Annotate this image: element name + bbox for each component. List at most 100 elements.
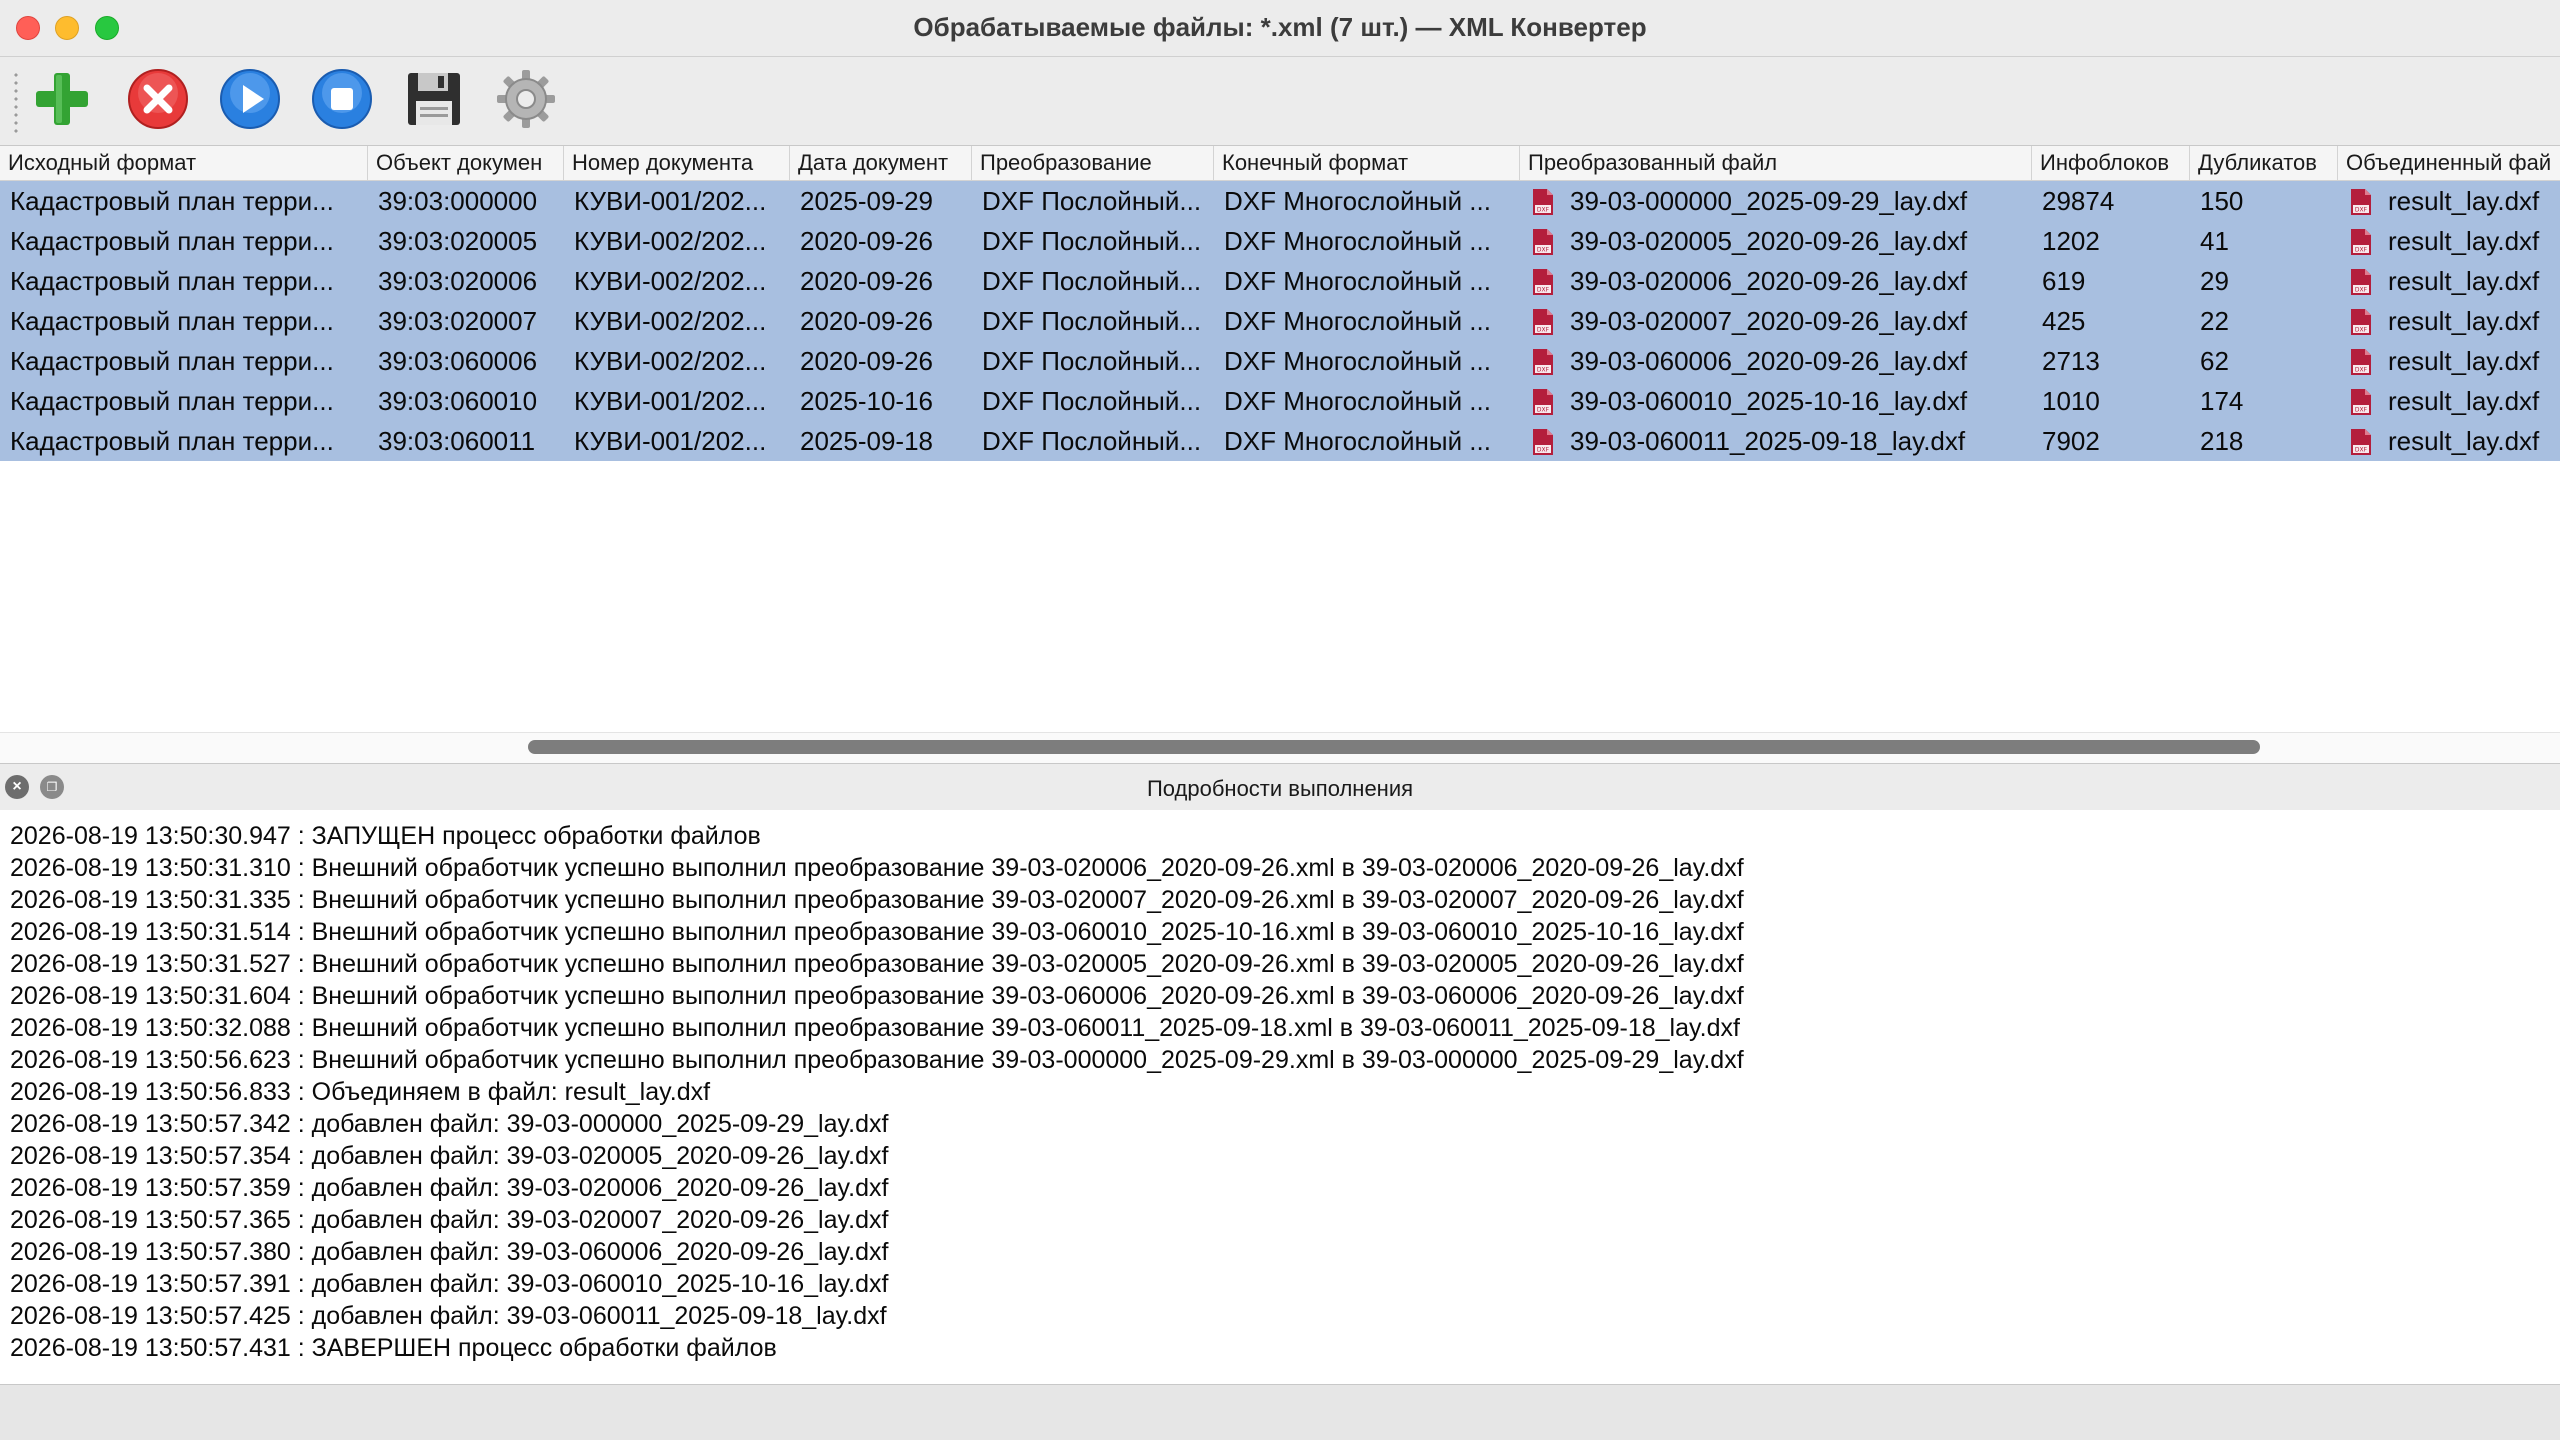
cell-source-format: Кадастровый план терри... <box>0 261 368 301</box>
play-icon <box>220 69 280 129</box>
cell-merged-file: DXF result_lay.dxf <box>2338 221 2560 261</box>
cell-merged-file-text: result_lay.dxf <box>2388 426 2540 456</box>
cell-target-format-text: DXF Многослойный ... <box>1224 426 1491 456</box>
cell-converted-file: DXF 39-03-020005_2020-09-26_lay.dxf <box>1520 221 2032 261</box>
cell-conversion-text: DXF Послойный... <box>982 226 1202 256</box>
cell-document-number-text: КУВИ-001/202... <box>574 426 767 456</box>
cell-document-number: КУВИ-002/202... <box>564 301 790 341</box>
cell-document-number-text: КУВИ-002/202... <box>574 226 767 256</box>
cell-merged-file: DXF result_lay.dxf <box>2338 301 2560 341</box>
column-header-document-number[interactable]: Номер документа <box>564 146 790 180</box>
status-bar <box>0 1384 2560 1440</box>
cell-source-format: Кадастровый план терри... <box>0 301 368 341</box>
log-line: 2026-08-19 13:50:57.380 : добавлен файл:… <box>10 1238 889 1266</box>
remove-files-button[interactable] <box>126 67 190 131</box>
save-button[interactable] <box>402 67 466 131</box>
cell-document-object: 39:03:060011 <box>368 421 564 461</box>
cell-target-format-text: DXF Многослойный ... <box>1224 266 1491 296</box>
cell-document-date-text: 2020-09-26 <box>800 266 933 296</box>
svg-text:DXF: DXF <box>2355 247 2368 254</box>
svg-text:DXF: DXF <box>1537 407 1550 414</box>
column-header-document-object[interactable]: Объект докумен <box>368 146 564 180</box>
cell-converted-file-text: 39-03-060011_2025-09-18_lay.dxf <box>1570 426 1966 456</box>
dxf-file-icon: DXF <box>2350 387 2372 416</box>
cell-target-format-text: DXF Многослойный ... <box>1224 346 1491 376</box>
cell-document-object-text: 39:03:000000 <box>378 186 538 216</box>
cell-document-date-text: 2020-09-26 <box>800 306 933 336</box>
cell-source-format-text: Кадастровый план терри... <box>10 226 334 256</box>
table-row[interactable]: Кадастровый план терри... 39:03:060010 КУВ… <box>0 381 2560 421</box>
log-line: 2026-08-19 13:50:56.623 : Внешний обрабо… <box>10 1046 1744 1074</box>
cell-document-date: 2020-09-26 <box>790 221 972 261</box>
table-row[interactable]: Кадастровый план терри... 39:03:060006 КУВ… <box>0 341 2560 381</box>
horizontal-scrollbar-thumb[interactable] <box>528 740 2260 754</box>
column-header-converted-file[interactable]: Преобразованный файл <box>1520 146 2032 180</box>
cell-source-format-text: Кадастровый план терри... <box>10 306 334 336</box>
table-row[interactable]: Кадастровый план терри... 39:03:020005 КУВ… <box>0 221 2560 261</box>
cell-document-number-text: КУВИ-002/202... <box>574 266 767 296</box>
cell-document-date: 2020-09-26 <box>790 261 972 301</box>
cell-converted-file-text: 39-03-000000_2025-09-29_lay.dxf <box>1570 186 1968 216</box>
column-header-document-date[interactable]: Дата документ <box>790 146 972 180</box>
table-row[interactable]: Кадастровый план терри... 39:03:000000 КУВ… <box>0 181 2560 221</box>
log-line: 2026-08-19 13:50:31.604 : Внешний обрабо… <box>10 982 1744 1010</box>
cell-infoblocks-text: 619 <box>2042 266 2086 296</box>
cell-document-object: 39:03:020007 <box>368 301 564 341</box>
cell-converted-file-text: 39-03-020007_2020-09-26_lay.dxf <box>1570 306 1968 336</box>
svg-text:DXF: DXF <box>1537 327 1550 334</box>
cell-source-format: Кадастровый план терри... <box>0 341 368 381</box>
toolbar-grip[interactable] <box>14 71 18 133</box>
svg-text:DXF: DXF <box>1537 247 1550 254</box>
cell-duplicates-text: 22 <box>2200 306 2229 336</box>
log-line: 2026-08-19 13:50:31.514 : Внешний обрабо… <box>10 918 1744 946</box>
cell-infoblocks-text: 1010 <box>2042 386 2100 416</box>
cell-conversion: DXF Послойный... <box>972 421 1214 461</box>
cell-infoblocks-text: 2713 <box>2042 346 2100 376</box>
cell-merged-file: DXF result_lay.dxf <box>2338 181 2560 221</box>
dxf-file-icon: DXF <box>2350 307 2372 336</box>
stop-button[interactable] <box>310 67 374 131</box>
app-window: Обрабатываемые файлы: *.xml (7 шт.) — XM… <box>0 0 2560 1440</box>
cell-document-number-text: КУВИ-001/202... <box>574 386 767 416</box>
column-header-infoblocks[interactable]: Инфоблоков <box>2032 146 2190 180</box>
table-row[interactable]: Кадастровый план терри... 39:03:060011 КУВ… <box>0 421 2560 461</box>
gear-icon <box>497 70 555 128</box>
svg-text:DXF: DXF <box>2355 367 2368 374</box>
plus-icon <box>36 73 88 125</box>
dxf-file-icon: DXF <box>2350 187 2372 216</box>
cell-converted-file-text: 39-03-060010_2025-10-16_lay.dxf <box>1570 386 1968 416</box>
cell-target-format-text: DXF Многослойный ... <box>1224 186 1491 216</box>
cell-duplicates: 41 <box>2190 221 2338 261</box>
cell-target-format: DXF Многослойный ... <box>1214 181 1520 221</box>
cell-document-object-text: 39:03:020007 <box>378 306 538 336</box>
svg-text:DXF: DXF <box>1537 447 1550 454</box>
table-row[interactable]: Кадастровый план терри... 39:03:020006 КУВ… <box>0 261 2560 301</box>
cell-converted-file-text: 39-03-020006_2020-09-26_lay.dxf <box>1570 266 1968 296</box>
column-header-source-format[interactable]: Исходный формат <box>0 146 368 180</box>
column-header-duplicates[interactable]: Дубликатов <box>2190 146 2338 180</box>
execution-log[interactable]: 2026-08-19 13:50:30.947 : ЗАПУЩЕН процес… <box>0 810 2560 1384</box>
column-header-target-format[interactable]: Конечный формат <box>1214 146 1520 180</box>
cell-document-date-text: 2020-09-26 <box>800 346 933 376</box>
svg-text:DXF: DXF <box>2355 207 2368 214</box>
cell-source-format: Кадастровый план терри... <box>0 221 368 261</box>
dxf-file-icon: DXF <box>2350 267 2372 296</box>
cell-conversion: DXF Послойный... <box>972 301 1214 341</box>
cell-duplicates: 62 <box>2190 341 2338 381</box>
cell-document-date-text: 2020-09-26 <box>800 226 933 256</box>
column-header-merged-file[interactable]: Объединенный фай <box>2338 146 2560 180</box>
cell-merged-file-text: result_lay.dxf <box>2388 186 2540 216</box>
column-header-conversion[interactable]: Преобразование <box>972 146 1214 180</box>
add-files-button[interactable] <box>30 67 94 131</box>
log-line: 2026-08-19 13:50:57.359 : добавлен файл:… <box>10 1174 889 1202</box>
cell-source-format: Кадастровый план терри... <box>0 181 368 221</box>
run-button[interactable] <box>218 67 282 131</box>
cell-document-date: 2020-09-26 <box>790 341 972 381</box>
cell-document-number: КУВИ-001/202... <box>564 181 790 221</box>
log-line: 2026-08-19 13:50:57.365 : добавлен файл:… <box>10 1206 889 1234</box>
cell-merged-file: DXF result_lay.dxf <box>2338 261 2560 301</box>
settings-button[interactable] <box>494 67 558 131</box>
cell-infoblocks-text: 7902 <box>2042 426 2100 456</box>
cell-infoblocks: 619 <box>2032 261 2190 301</box>
table-row[interactable]: Кадастровый план терри... 39:03:020007 КУВ… <box>0 301 2560 341</box>
